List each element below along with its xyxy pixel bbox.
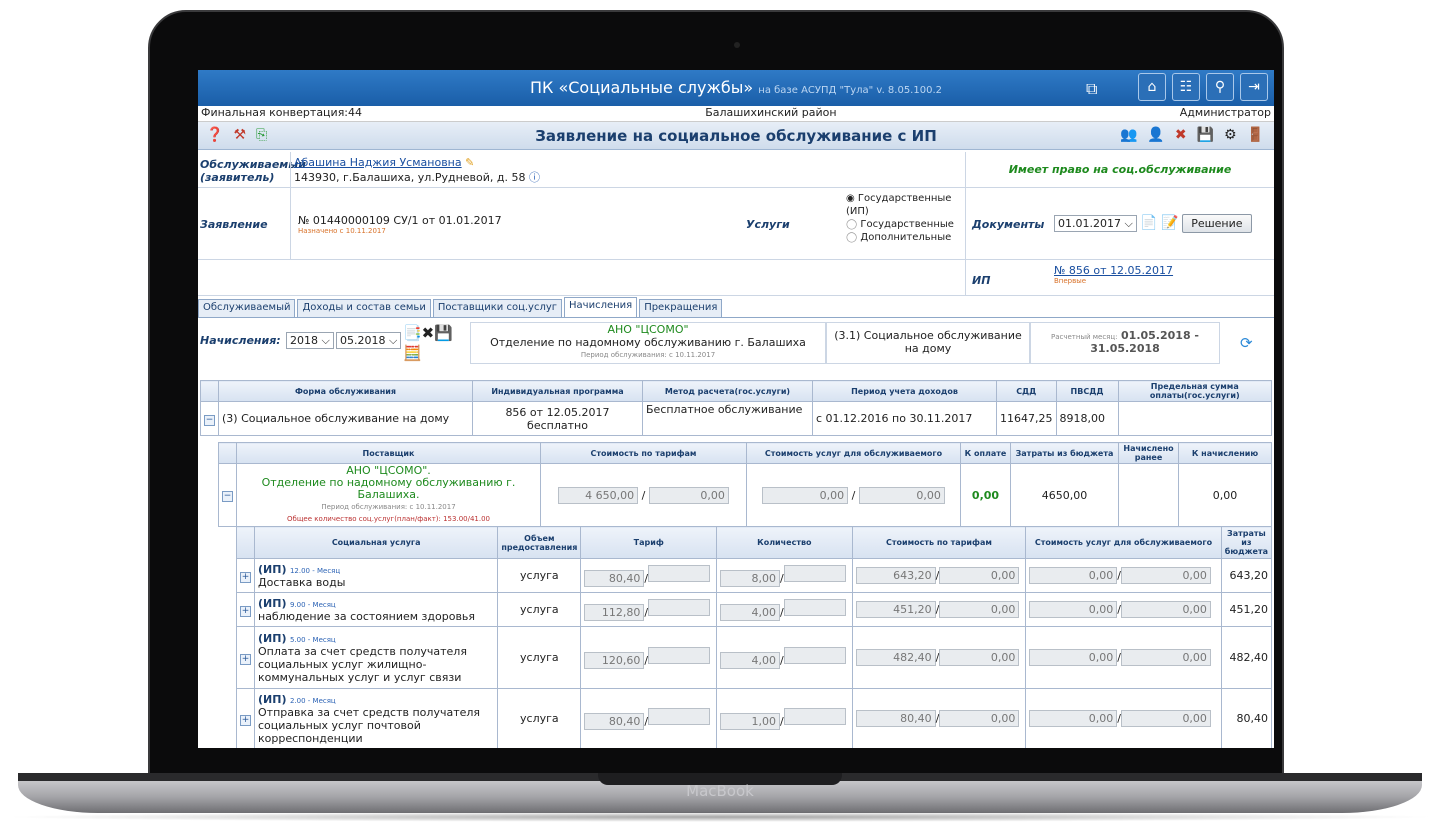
tab-bar: Обслуживаемый Доходы и состав семьи Пост… [198,297,1274,318]
provider-table: Поставщик Стоимость по тарифам Стоимость… [218,442,1272,527]
tab-providers[interactable]: Поставщики соц.услуг [432,299,563,317]
application-block: Заявление № 01440000109 СУ/1 от 01.01.20… [198,188,1274,260]
provider-dept: Отделение по надомному обслуживанию г. Б… [490,336,806,349]
radio-state-ip[interactable]: ◉ Государственные (ИП) [846,192,966,218]
accruals-label: Начисления: [200,334,281,347]
year-select[interactable]: 2018 ⌵ [286,332,334,349]
device-brand: MacBook [686,782,754,800]
services-table: Социальная услуга Объем предоставления Т… [236,526,1273,748]
save-icon[interactable]: 💾 [1197,127,1214,143]
radio-empty-icon: ◯ [846,232,858,243]
decision-button[interactable]: Решение [1182,214,1252,233]
table-row: − (3) Социальное обслуживание на дому 85… [200,401,1272,436]
camera [734,42,740,48]
app-title: ПК «Социальные службы» [529,78,754,97]
calculate-icon[interactable]: 🧮 [403,344,422,362]
user-role: Администратор [1179,106,1271,119]
eligibility-text: Имеет право на соц.обслуживание [965,152,1274,188]
page-title-bar: ❓ ⚒ ⎘ Заявление на социальное обслуживан… [198,122,1274,150]
ip-note: Впервые [1054,277,1087,285]
client-cost-a-field[interactable]: 0,00 [762,486,849,504]
app-screen: ПК «Социальные службы» на базе АСУПД "Ту… [198,70,1274,748]
exit-icon[interactable]: ⇥ [1240,73,1268,101]
provider-period: Период обслуживания: с 10.11.2017 [580,351,716,359]
app-header: ПК «Социальные службы» на базе АСУПД "Ту… [198,70,1274,106]
expand-icon[interactable]: + [240,714,251,726]
radio-selected-icon: ◉ [846,193,855,204]
month-select[interactable]: 05.2018 ⌵ [336,332,402,349]
expand-icon[interactable]: + [240,571,251,583]
documents-date-select[interactable]: 01.01.2017 ⌵ [1054,215,1137,232]
client-cost-b-field[interactable]: 0,00 [858,486,945,504]
ip-row: ИП № 856 от 12.05.2017 Впервые [198,260,1274,296]
document-edit-icon[interactable]: 📝 [1161,215,1178,231]
tab-accruals[interactable]: Начисления [564,297,638,317]
edit-client-icon[interactable]: ✎ [465,156,474,169]
accruals-header: Начисления: 2018 ⌵ 05.2018 ⌵ 📑✖💾 🧮 АНО "… [198,320,1274,368]
tariff-a-field[interactable]: 4 650,00 [558,486,639,504]
collapse-icon[interactable]: − [204,414,215,426]
person-icon[interactable]: 👤 [1147,127,1164,143]
registry-icon[interactable]: ☷ [1172,73,1200,101]
page-title: Заявление на социальное обслуживание с И… [535,127,937,145]
laptop-shadow [0,812,1440,822]
tools-icon[interactable]: ⚙ [1224,127,1237,143]
table-row: + (ИП) 5.00 - Месяц Оплата за счет средст… [236,626,1273,689]
table-row: + (ИП) 12.00 - Месяц Доставка воды услуга… [236,558,1273,593]
ip-label: ИП [972,274,991,287]
services-radios: ◉ Государственные (ИП) ◯ Государственные… [846,192,966,244]
form-table-header: Форма обслуживания Индивидуальная програ… [200,380,1272,402]
document-icon[interactable]: 📄 [1140,215,1157,231]
radio-state[interactable]: ◯ Государственные [846,218,966,231]
table-row: + (ИП) 9.00 - Месяц наблюдение за состоян… [236,592,1273,627]
table-row: + (ИП) 2.00 - Месяц Отправка за счет сред… [236,688,1273,748]
radio-empty-icon: ◯ [846,219,858,230]
home-icon[interactable]: ⌂ [1138,73,1166,101]
expand-icon[interactable]: + [240,653,251,665]
collapse-icon[interactable]: − [222,491,233,502]
calc-month: Расчетный месяц: 01.05.2018 - 31.05.2018 [1030,322,1220,364]
accrual-tools-icon[interactable]: 📑✖💾 [403,324,453,342]
tariff-b-field[interactable]: 0,00 [648,486,729,504]
client-block: Обслуживаемый (заявитель) Абашина Наджия… [198,152,1274,188]
delete-icon[interactable]: ✖ [1175,127,1187,143]
client-name-link[interactable]: Абашина Наджия Усмановна [294,156,462,169]
provider-box: АНО "ЦСОМО" Отделение по надомному обслу… [470,322,826,364]
district: Балашихинский район [705,106,837,119]
status-bar: Финальная конвертация:44 Балашихинский р… [198,106,1274,122]
users-icon[interactable]: 👥 [1120,127,1137,143]
table-row: − АНО "ЦСОМО". Отделение по надомному об… [218,463,1272,527]
close-door-icon[interactable]: 🚪 [1247,127,1264,143]
provider-org: АНО "ЦСОМО" [607,323,689,336]
conversion-status: Финальная конвертация:44 [201,106,363,119]
documents-label: Документы [972,218,1045,231]
app-subtitle: на базе АСУПД "Тула" v. 8.05.100.2 [758,85,942,96]
application-note: Назначено с 10.11.2017 [298,227,386,235]
application-number: № 01440000109 СУ/1 от 01.01.2017 [298,214,502,227]
services-label: Услуги [746,218,790,231]
expand-icon[interactable]: + [240,605,251,617]
ip-link[interactable]: № 856 от 12.05.2017 [1054,264,1173,277]
client-address: 143930, г.Балашиха, ул.Рудневой, д. 58 ⓘ [294,171,540,184]
tab-income[interactable]: Доходы и состав семьи [297,299,431,317]
application-label: Заявление [200,218,268,231]
tab-terminations[interactable]: Прекращения [639,299,723,317]
search-icon[interactable]: ⚲ [1206,73,1234,101]
info-icon[interactable]: ⓘ [529,171,540,184]
service-type: (3.1) Социальное обслуживание на дому [826,322,1030,364]
tab-client[interactable]: Обслуживаемый [198,299,296,317]
radio-additional[interactable]: ◯ Дополнительные [846,231,966,244]
refresh-icon[interactable]: ⟳ [1240,334,1253,352]
form-table: Форма обслуживания Индивидуальная програ… [200,380,1272,436]
external-link-icon[interactable]: ⧉ [1086,79,1097,99]
